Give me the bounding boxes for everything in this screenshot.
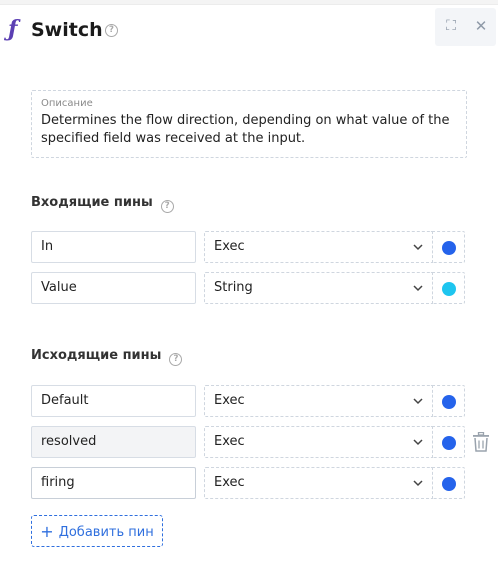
pin-type-select[interactable]: Exec <box>204 467 432 499</box>
pin-type-select[interactable]: String <box>204 272 432 304</box>
incoming-pin-row: Value String <box>31 272 491 305</box>
function-icon: ƒ <box>8 16 18 42</box>
chevron-down-icon <box>413 439 423 446</box>
pin-color-picker[interactable] <box>432 467 465 499</box>
pin-type-select[interactable]: Exec <box>204 385 432 417</box>
incoming-pin-row: In Exec <box>31 231 491 264</box>
pin-type-select[interactable]: Exec <box>204 231 432 263</box>
pin-color-dot <box>442 282 456 296</box>
description-field[interactable]: Описание Determines the flow direction, … <box>31 90 467 158</box>
pin-color-picker[interactable] <box>432 385 465 417</box>
help-icon[interactable]: ? <box>105 24 118 37</box>
pin-name-input[interactable]: resolved <box>31 426 196 458</box>
incoming-pins-title: Входящие пины? <box>31 195 174 213</box>
outgoing-pin-row: firing Exec <box>31 467 491 500</box>
description-label: Описание <box>41 98 93 109</box>
pin-type-select[interactable]: Exec <box>204 426 432 458</box>
pin-name-input[interactable]: firing <box>31 467 196 499</box>
expand-icon[interactable]: ⛶ <box>442 17 460 35</box>
pin-name-input[interactable]: In <box>31 231 196 263</box>
pin-color-picker[interactable] <box>432 231 465 263</box>
add-pin-button[interactable]: + Добавить пин <box>31 515 163 547</box>
outgoing-pin-row: resolved Exec <box>31 426 491 459</box>
close-icon[interactable]: ✕ <box>472 17 490 35</box>
node-title: Switch <box>31 19 103 41</box>
window-controls: ⛶ ✕ <box>435 8 496 46</box>
pin-color-picker[interactable] <box>432 272 465 304</box>
help-icon[interactable]: ? <box>160 199 174 213</box>
switch-node-panel: ƒ Switch ? ⛶ ✕ Описание Determines the f… <box>0 0 498 562</box>
top-divider <box>0 0 498 5</box>
chevron-down-icon <box>413 480 423 487</box>
pin-type-value: Exec <box>214 434 245 449</box>
pin-type-value: Exec <box>214 475 245 490</box>
pin-color-dot <box>442 436 456 450</box>
outgoing-pin-row: Default Exec <box>31 385 491 418</box>
chevron-down-icon <box>413 398 423 405</box>
trash-icon[interactable] <box>472 432 490 452</box>
panel-header: ƒ Switch ? ⛶ ✕ <box>0 8 498 48</box>
chevron-down-icon <box>413 285 423 292</box>
add-pin-label: Добавить пин <box>58 525 154 540</box>
description-text: Determines the flow direction, depending… <box>41 113 450 146</box>
pin-name-input[interactable]: Value <box>31 272 196 304</box>
pin-color-picker[interactable] <box>432 426 465 458</box>
chevron-down-icon <box>413 244 423 251</box>
plus-icon: + <box>40 522 54 541</box>
outgoing-pins-title: Исходящие пины? <box>31 348 183 366</box>
pin-name-input[interactable]: Default <box>31 385 196 417</box>
pin-color-dot <box>442 477 456 491</box>
pin-color-dot <box>442 241 456 255</box>
pin-type-value: Exec <box>214 393 245 408</box>
pin-color-dot <box>442 395 456 409</box>
pin-type-value: Exec <box>214 239 245 254</box>
pin-type-value: String <box>214 280 253 295</box>
help-icon[interactable]: ? <box>169 352 183 366</box>
outgoing-pins-label: Исходящие пины <box>31 348 162 363</box>
incoming-pins-label: Входящие пины <box>31 195 153 210</box>
